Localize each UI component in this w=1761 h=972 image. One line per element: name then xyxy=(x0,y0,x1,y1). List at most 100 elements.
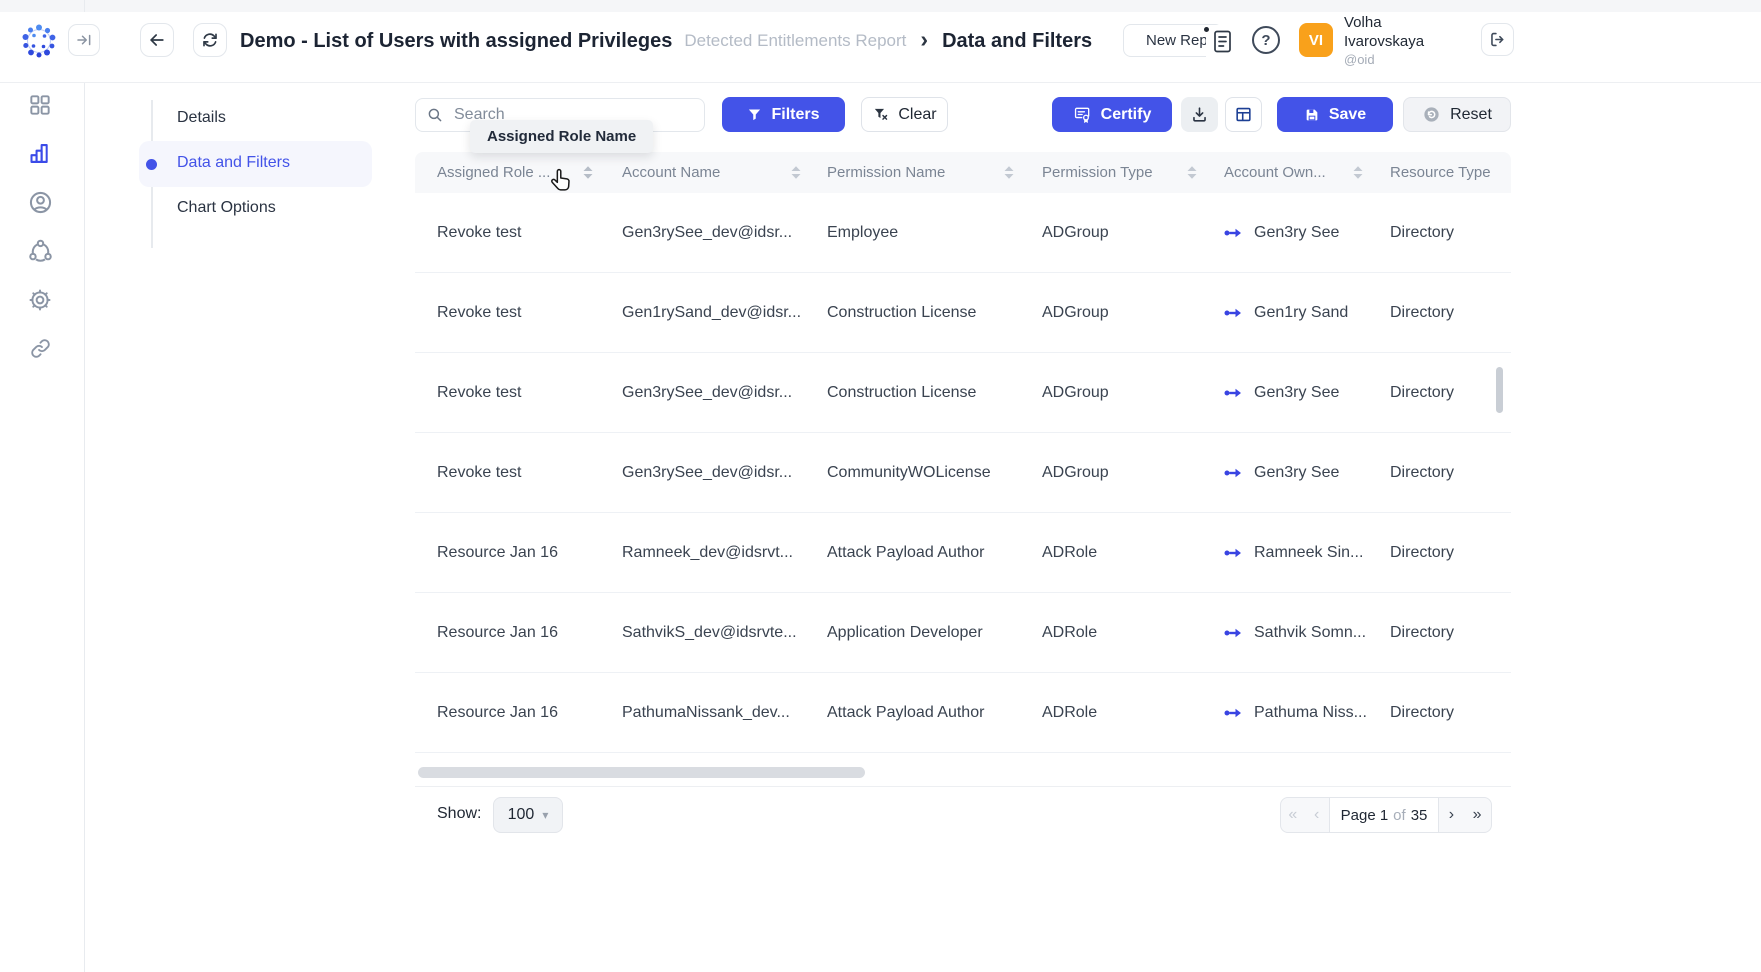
refresh-button[interactable] xyxy=(193,23,227,57)
account-owner-text: Gen3ry See xyxy=(1254,384,1339,402)
save-disk-icon xyxy=(1304,107,1320,123)
column-header-permission-name[interactable]: Permission Name xyxy=(827,152,1015,193)
user-first-name: Volha xyxy=(1344,13,1424,32)
sidebar-item-users[interactable] xyxy=(24,186,56,218)
jump-arrow-icon[interactable] xyxy=(1224,547,1244,559)
sidebar-item-reports[interactable] xyxy=(24,137,56,169)
cell-permission-name: Application Developer xyxy=(827,593,1037,673)
column-header-account-owner[interactable]: Account Own... xyxy=(1224,152,1364,193)
cell-assigned-role: Revoke test xyxy=(437,273,617,353)
cell-account-owner: Pathuma Niss... xyxy=(1224,673,1394,753)
sort-icon[interactable] xyxy=(1003,165,1015,180)
column-header-resource-type[interactable]: Resource Type xyxy=(1390,152,1511,193)
filters-button[interactable]: Filters xyxy=(722,97,845,132)
page-size-select[interactable]: 100 ▾ xyxy=(493,797,563,833)
table-row[interactable]: Resource Jan 16 Ramneek_dev@idsrvt... At… xyxy=(415,513,1511,593)
tooltip-text: Assigned Role Name xyxy=(487,128,636,145)
column-header-permission-type[interactable]: Permission Type xyxy=(1042,152,1198,193)
user-menu[interactable]: Volha Ivarovskaya @oid xyxy=(1344,13,1424,68)
cell-permission-name: CommunityWOLicense xyxy=(827,433,1037,513)
save-button[interactable]: Save xyxy=(1277,97,1393,132)
column-label: Permission Name xyxy=(827,164,945,181)
certify-button[interactable]: Certify xyxy=(1052,97,1172,132)
table-row[interactable]: Revoke test Gen3rySee_dev@idsr... Employ… xyxy=(415,193,1511,273)
nav-item-data-and-filters[interactable]: Data and Filters xyxy=(177,154,290,172)
nav-item-chart-options[interactable]: Chart Options xyxy=(177,199,276,217)
current-page-label: Page 1 xyxy=(1341,807,1389,824)
cell-permission-type: ADGroup xyxy=(1042,433,1217,513)
nav-item-label: Details xyxy=(177,109,226,126)
cell-permission-name: Construction License xyxy=(827,353,1037,433)
account-owner-text: Gen3ry See xyxy=(1254,224,1339,242)
column-header-account-name[interactable]: Account Name xyxy=(622,152,802,193)
clear-filters-button[interactable]: Clear xyxy=(861,97,948,132)
jump-arrow-icon[interactable] xyxy=(1224,627,1244,639)
jump-arrow-icon[interactable] xyxy=(1224,707,1244,719)
table-row[interactable]: Resource Jan 16 SathvikS_dev@idsrvte... … xyxy=(415,593,1511,673)
sidebar-item-connections[interactable] xyxy=(24,235,56,267)
avatar-initials: VI xyxy=(1309,32,1323,49)
sidebar-item-links[interactable] xyxy=(24,332,56,364)
page-title: Demo - List of Users with assigned Privi… xyxy=(240,30,672,53)
cell-account-owner: Gen3ry See xyxy=(1224,193,1394,273)
avatar[interactable]: VI xyxy=(1299,23,1333,57)
table-row[interactable]: Resource Jan 16 PathumaNissank_dev... At… xyxy=(415,673,1511,753)
sidebar-item-settings[interactable] xyxy=(24,284,56,316)
cell-assigned-role: Revoke test xyxy=(437,433,617,513)
sidebar-item-dashboard[interactable] xyxy=(24,89,56,121)
jump-arrow-icon[interactable] xyxy=(1224,307,1244,319)
gear-icon xyxy=(27,287,53,313)
cell-permission-type: ADRole xyxy=(1042,593,1217,673)
cell-permission-type: ADRole xyxy=(1042,673,1217,753)
sort-icon[interactable] xyxy=(582,165,594,180)
nav-item-details[interactable]: Details xyxy=(177,109,226,127)
collapse-sidebar-button[interactable] xyxy=(68,24,100,56)
cell-resource-type: Directory xyxy=(1390,353,1511,433)
first-page-button[interactable]: « xyxy=(1281,798,1305,832)
table-header-row: Assigned Role ... Account Name Permissio… xyxy=(415,152,1511,193)
back-button[interactable] xyxy=(140,23,174,57)
total-pages: 35 xyxy=(1411,807,1428,824)
sidebar-divider xyxy=(84,0,85,972)
jump-arrow-icon[interactable] xyxy=(1224,467,1244,479)
help-button[interactable]: ? xyxy=(1252,26,1280,54)
page-size-value: 100 xyxy=(508,806,535,824)
reset-button[interactable]: Reset xyxy=(1403,97,1511,132)
filters-label: Filters xyxy=(771,106,819,124)
next-page-button[interactable]: › xyxy=(1439,798,1463,832)
cell-permission-type: ADRole xyxy=(1042,513,1217,593)
table-row[interactable]: Revoke test Gen1rySand_dev@idsr... Const… xyxy=(415,273,1511,353)
question-icon: ? xyxy=(1261,32,1270,49)
previous-page-button[interactable]: ‹ xyxy=(1305,798,1329,832)
horizontal-scrollbar-thumb[interactable] xyxy=(418,767,865,778)
jump-arrow-icon[interactable] xyxy=(1224,227,1244,239)
cell-permission-name: Employee xyxy=(827,193,1037,273)
table-row[interactable]: Revoke test Gen3rySee_dev@idsr... Commun… xyxy=(415,433,1511,513)
breadcrumb-current: Data and Filters xyxy=(942,30,1092,53)
table-row[interactable]: Revoke test Gen3rySee_dev@idsr... Constr… xyxy=(415,353,1511,433)
report-panel-icon[interactable] xyxy=(1206,25,1238,57)
table-columns-icon xyxy=(1234,105,1253,124)
cell-account-name: SathvikS_dev@idsrvte... xyxy=(622,593,820,673)
cell-assigned-role: Revoke test xyxy=(437,193,617,273)
sort-icon[interactable] xyxy=(1352,165,1364,180)
logout-button[interactable] xyxy=(1481,23,1514,56)
search-icon xyxy=(426,106,444,124)
cell-account-owner: Sathvik Somn... xyxy=(1224,593,1394,673)
manage-columns-button[interactable] xyxy=(1225,97,1262,132)
user-handle: @oid xyxy=(1344,51,1424,68)
nav-item-label: Chart Options xyxy=(177,199,276,216)
grid-icon xyxy=(27,92,53,118)
last-page-button[interactable]: » xyxy=(1463,798,1491,832)
chevron-down-icon: ▾ xyxy=(542,808,548,822)
export-button[interactable] xyxy=(1181,97,1218,132)
jump-arrow-icon[interactable] xyxy=(1224,387,1244,399)
vertical-scrollbar-thumb[interactable] xyxy=(1496,367,1503,413)
app-root: Demo - List of Users with assigned Privi… xyxy=(0,0,1761,972)
sort-icon[interactable] xyxy=(790,165,802,180)
sort-icon[interactable] xyxy=(1186,165,1198,180)
cell-assigned-role: Resource Jan 16 xyxy=(437,673,617,753)
app-logo xyxy=(20,22,58,60)
cell-permission-type: ADGroup xyxy=(1042,273,1217,353)
cell-account-name: Gen1rySand_dev@idsr... xyxy=(622,273,820,353)
